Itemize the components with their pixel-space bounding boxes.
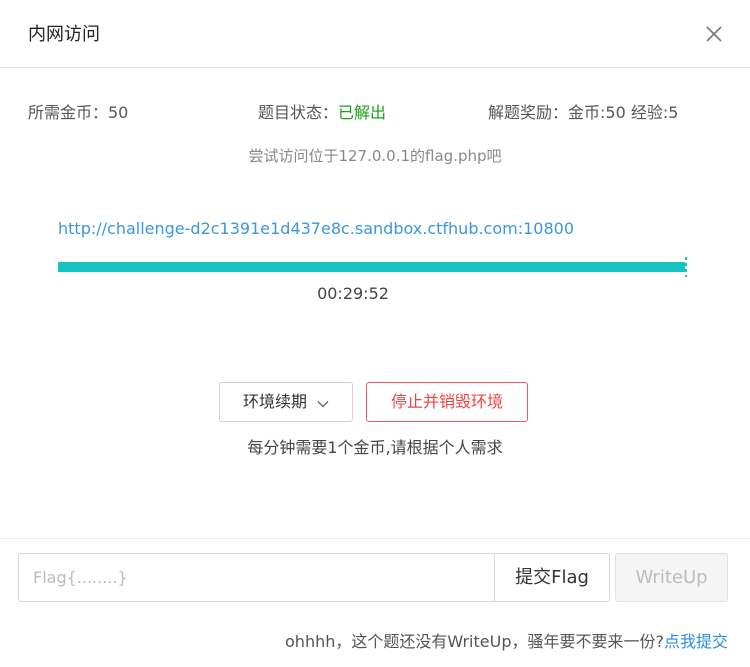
submit-flag-button[interactable]: 提交Flag [494, 553, 610, 602]
close-icon [706, 26, 722, 42]
writeup-note-text: ohhhh，这个题还没有WriteUp，骚年要不要来一份? [285, 632, 664, 651]
time-progress-fill [58, 262, 685, 272]
challenge-modal: 内网访问 所需金币：50 题目状态：已解出 解题奖励：金币:50 经验:5 尝试… [0, 0, 750, 667]
modal-title: 内网访问 [28, 24, 100, 45]
challenge-status: 题目状态：已解出 [258, 101, 386, 125]
footer-divider [0, 538, 750, 539]
remaining-time: 00:29:52 [317, 284, 389, 303]
renew-environment-button[interactable]: 环境续期 [219, 382, 353, 422]
flag-input[interactable] [18, 553, 495, 602]
chevron-down-icon [317, 384, 329, 422]
writeup-button[interactable]: WriteUp [615, 553, 728, 602]
time-progress-bar [58, 262, 685, 272]
close-button[interactable] [704, 24, 724, 44]
status-badge: 已解出 [338, 103, 387, 122]
environment-url-link[interactable]: http://challenge-d2c1391e1d437e8c.sandbo… [58, 217, 574, 241]
renew-label: 环境续期 [242, 392, 307, 411]
modal-header: 内网访问 [0, 0, 750, 68]
progress-end-marker [685, 257, 687, 277]
writeup-note: ohhhh，这个题还没有WriteUp，骚年要不要来一份?点我提交 [285, 630, 728, 654]
coin-cost-notice: 每分钟需要1个金币,请根据个人需求 [247, 438, 503, 457]
submit-writeup-link[interactable]: 点我提交 [664, 632, 728, 651]
destroy-environment-button[interactable]: 停止并销毁环境 [366, 382, 528, 422]
solve-reward: 解题奖励：金币:50 经验:5 [488, 103, 679, 122]
challenge-hint: 尝试访问位于127.0.0.1的flag.php吧 [248, 147, 502, 165]
coins-required: 所需金币：50 [28, 103, 129, 122]
status-label: 题目状态： [258, 103, 339, 122]
